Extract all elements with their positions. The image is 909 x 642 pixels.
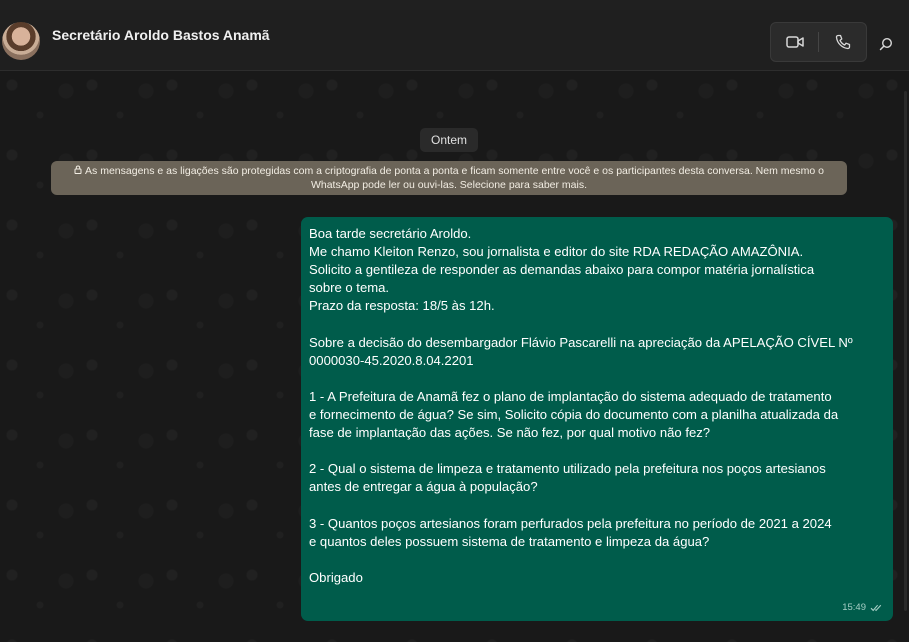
- chat-area[interactable]: Ontem As mensagens e as ligações são pro…: [0, 71, 909, 642]
- encryption-notice[interactable]: As mensagens e as ligações são protegida…: [51, 161, 847, 195]
- outgoing-message-bubble[interactable]: Boa tarde secretário Aroldo. Me chamo Kl…: [301, 217, 893, 621]
- video-call-button[interactable]: [771, 23, 818, 61]
- encryption-notice-text: As mensagens e as ligações são protegida…: [85, 165, 824, 191]
- search-icon: [879, 37, 893, 51]
- double-check-icon: [870, 604, 882, 611]
- chat-scrollbar[interactable]: [904, 91, 907, 611]
- contact-name[interactable]: Secretário Aroldo Bastos Anamã: [52, 27, 270, 43]
- voice-call-button[interactable]: [819, 23, 866, 61]
- avatar[interactable]: [2, 22, 40, 60]
- chat-header: Secretário Aroldo Bastos Anamã: [0, 10, 909, 71]
- search-button[interactable]: [874, 32, 898, 56]
- phone-icon: [835, 34, 850, 50]
- date-divider: Ontem: [420, 128, 478, 152]
- message-text: Boa tarde secretário Aroldo. Me chamo Kl…: [309, 226, 853, 585]
- message-meta: 15:49: [842, 602, 883, 613]
- lock-icon: [74, 164, 82, 178]
- message-time: 15:49: [842, 602, 866, 613]
- video-camera-icon: [785, 36, 804, 48]
- call-buttons-group: [770, 22, 867, 62]
